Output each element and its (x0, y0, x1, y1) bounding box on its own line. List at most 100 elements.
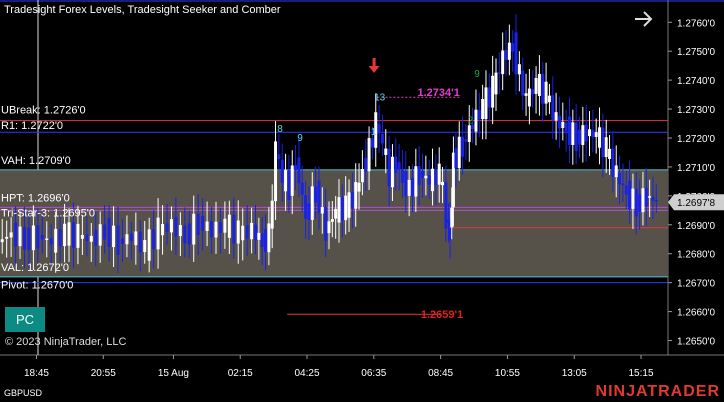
brand-logo: NINJATRADER (595, 383, 720, 400)
candle-body (205, 221, 209, 232)
candle-body (484, 87, 488, 120)
candle-body (250, 222, 254, 240)
candle-body (36, 225, 40, 249)
candle-body (85, 234, 89, 242)
candle-body (410, 178, 414, 197)
candle-body (317, 180, 321, 214)
candle-body (267, 223, 271, 253)
candle-body (310, 186, 314, 220)
candle-body (407, 179, 411, 196)
candle-body (421, 170, 425, 178)
candle-body (187, 223, 191, 245)
candle-body (531, 89, 535, 95)
y-tick-label: 1.2740'0 (677, 76, 715, 87)
candle-body (367, 138, 371, 172)
seeker-count: 1 (371, 127, 377, 138)
candle-body (628, 180, 632, 210)
price-axis: 1.2760'0 1.2750'0 1.2740'0 1.2730'0 1.2720'0… (668, 18, 724, 348)
candle-body (354, 182, 358, 209)
candle-body (601, 127, 605, 158)
candle-body (324, 206, 328, 241)
candle-body (437, 163, 441, 185)
candle-body (427, 175, 431, 185)
candle-body (227, 214, 231, 238)
candle-body (67, 222, 71, 246)
candle-body (634, 188, 638, 217)
candle-body (414, 166, 418, 197)
candle-body (454, 148, 458, 169)
candle-body (120, 238, 124, 244)
candle-body (450, 207, 454, 228)
candle-body (40, 235, 44, 240)
candle-body (330, 219, 334, 222)
candle-body (112, 225, 116, 248)
seeker-count: 9 (297, 133, 303, 144)
time-axis: 18:45 20:55 15 Aug 02:15 04:25 06:35 08:45 10:5… (24, 355, 654, 379)
candle-body (76, 223, 80, 248)
candle-body (608, 148, 612, 159)
candle-body (360, 168, 364, 183)
candle-body (27, 227, 31, 250)
candle-body (98, 224, 102, 246)
candle-body (270, 200, 274, 229)
candle-body (424, 175, 428, 179)
y-tick-label: 1.2730'0 (677, 105, 715, 116)
candle-body (183, 225, 187, 244)
candle-body (264, 229, 268, 253)
candle-body (621, 183, 625, 186)
candle-body (314, 186, 318, 203)
candle-body (192, 213, 196, 245)
y-tick-label: 1.2750'0 (677, 47, 715, 58)
candle-body (434, 169, 438, 186)
level-label-val: VAL: 1.2672'0 (1, 262, 69, 274)
candle-body (497, 72, 501, 74)
candle-body (571, 122, 575, 145)
candle-body (347, 192, 351, 218)
x-tick-label: 02:15 (228, 368, 253, 379)
candle-body (49, 237, 53, 245)
candle-body (654, 200, 658, 202)
candle-body (58, 229, 62, 247)
candle-body (651, 196, 655, 201)
candle-body (45, 238, 49, 241)
candle-body (387, 148, 391, 187)
candle-body (564, 122, 568, 134)
candle-body (567, 116, 571, 146)
candle-body (491, 75, 495, 108)
candle-body (604, 137, 608, 158)
pc-button[interactable]: PC (5, 307, 45, 332)
candle-body (541, 73, 545, 104)
candle-body (236, 220, 240, 244)
level-label-r1: R1: 1.2722'0 (1, 120, 63, 132)
candle-body (507, 42, 511, 60)
candle-body (467, 125, 471, 143)
candle-body (638, 194, 642, 212)
candle-body (377, 123, 381, 134)
candle-body (461, 136, 465, 157)
candle-body (624, 185, 628, 195)
candle-body (534, 77, 538, 94)
candle-body (280, 159, 284, 183)
candle-body (591, 129, 595, 138)
candle-body (370, 138, 374, 148)
x-tick-label: 08:45 (428, 368, 453, 379)
candle-body (584, 124, 588, 142)
copyright-text: © 2023 NinjaTrader, LLC (5, 336, 127, 348)
arrow-right-icon[interactable] (632, 8, 656, 30)
candle-body (457, 136, 461, 169)
candle-body (614, 165, 618, 178)
x-tick-label: 06:35 (361, 368, 386, 379)
candle-body (287, 170, 291, 200)
y-tick-label: 1.2760'0 (677, 18, 715, 29)
x-tick-label: 04:25 (295, 368, 320, 379)
current-price-label: 1.2697'8 (677, 198, 715, 209)
candle-body (138, 231, 142, 253)
candle-body (514, 32, 518, 75)
candle-body (357, 182, 361, 192)
candle-body (547, 95, 551, 103)
candle-body (554, 112, 558, 121)
candle-body (165, 223, 169, 232)
indicator-title: Tradesight Forex Levels, Tradesight Seek… (4, 4, 281, 16)
candle-body (31, 225, 35, 251)
level-label-tri-star: Tri-Star-3: 1.2695'0 (1, 207, 95, 219)
